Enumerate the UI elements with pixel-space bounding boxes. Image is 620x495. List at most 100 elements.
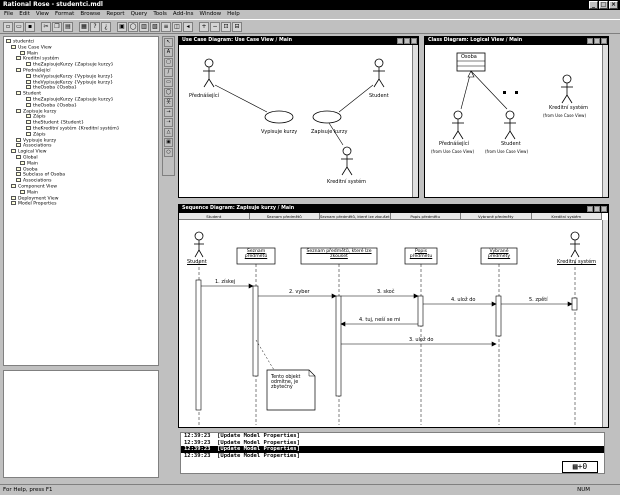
undo-fit-icon[interactable]: ⊟: [232, 21, 242, 32]
generalization-tool-icon[interactable]: △: [164, 128, 173, 137]
use-case-diagram-window[interactable]: Use Case Diagram: Use Case View / Main P…: [178, 36, 419, 198]
browse-deployment-icon[interactable]: ▧: [150, 21, 160, 32]
menu-addins[interactable]: Add-Ins: [173, 10, 194, 19]
object-label[interactable]: Seznam předmětů, které lze zkoušet: [303, 249, 375, 259]
message-label: 4. ulož do: [451, 297, 476, 303]
actor-kreditni-system: [341, 146, 353, 176]
collab-icon: [26, 131, 31, 136]
vertical-scrollbar[interactable]: [602, 220, 608, 427]
note-tool-icon[interactable]: ▢: [164, 58, 173, 67]
message-label: 5. zpětí: [529, 297, 548, 303]
activation-bar: [335, 295, 342, 397]
minimize-button[interactable]: [587, 38, 593, 44]
activation-bar: [571, 297, 578, 311]
zoom-out-icon[interactable]: −: [210, 21, 220, 32]
actor-label: Student: [369, 93, 389, 99]
context-help-icon[interactable]: ¿: [101, 21, 111, 32]
class-diagram-window[interactable]: Class Diagram: Logical View / Main Osoba…: [424, 36, 609, 198]
menu-format[interactable]: Format: [55, 10, 74, 19]
object-icon: [26, 120, 31, 125]
package-tool-icon[interactable]: ▭: [164, 78, 173, 87]
zoom-in-icon[interactable]: +: [199, 21, 209, 32]
actor-kreditni: [570, 231, 580, 258]
minimize-button[interactable]: [397, 38, 403, 44]
actor-icon: [16, 91, 21, 96]
open-folder-icon[interactable]: ▭: [14, 21, 24, 32]
new-file-icon[interactable]: ▫: [3, 21, 13, 32]
minimize-button[interactable]: _: [589, 1, 598, 9]
minimize-button[interactable]: [587, 206, 593, 212]
association-icon: [26, 79, 31, 84]
association-tool-icon[interactable]: →: [164, 108, 173, 117]
copy-icon[interactable]: ❐: [52, 21, 62, 32]
log-window[interactable]: 12:39:23 [Update Model Properties] 12:39…: [180, 432, 605, 474]
save-icon[interactable]: ▪: [25, 21, 35, 32]
interface-tool-icon[interactable]: ○: [164, 148, 173, 157]
menu-tools[interactable]: Tools: [153, 10, 167, 19]
fit-window-icon[interactable]: ⊡: [221, 21, 231, 32]
close-button[interactable]: ×: [609, 1, 618, 9]
browse-component-icon[interactable]: ▥: [139, 21, 149, 32]
menu-browse[interactable]: Browse: [80, 10, 100, 19]
paste-icon[interactable]: ▤: [63, 21, 73, 32]
close-button[interactable]: [601, 38, 607, 44]
object-label[interactable]: Vybrané předměty: [483, 249, 515, 259]
maximize-button[interactable]: [594, 206, 600, 212]
actor-origin: (from Use Case View): [543, 113, 586, 118]
menu-file[interactable]: File: [4, 10, 13, 19]
close-button[interactable]: [411, 38, 417, 44]
help-icon[interactable]: ?: [90, 21, 100, 32]
print-icon[interactable]: ▦: [79, 21, 89, 32]
note-text[interactable]: Tento objekt odmítne, je zbytečný: [271, 375, 311, 390]
text-tool-icon[interactable]: A: [164, 48, 173, 57]
object-label: Kreditní systém: [557, 259, 597, 265]
close-button[interactable]: [601, 206, 607, 212]
window-title: Rational Rose - studentci.mdl: [3, 1, 103, 8]
class-canvas: [452, 52, 573, 140]
vertical-scrollbar[interactable]: [602, 45, 608, 197]
maximize-button[interactable]: □: [599, 1, 608, 9]
actor-tool-icon[interactable]: 웃: [164, 98, 173, 107]
cut-icon[interactable]: ✂: [41, 21, 51, 32]
browse-interaction-icon[interactable]: ≡: [161, 21, 171, 32]
documentation-pane[interactable]: [3, 370, 159, 478]
association-line: [214, 84, 268, 113]
browse-class-icon[interactable]: ▣: [117, 21, 127, 32]
browse-usecase-icon[interactable]: ◯: [128, 21, 138, 32]
usecase-tool-icon[interactable]: ◯: [164, 88, 173, 97]
sequence-diagram-window[interactable]: Sequence Diagram: Zapisuje kurzy / Main …: [178, 204, 609, 428]
class-tool-icon[interactable]: ▣: [164, 138, 173, 147]
diagram-toolbox: ↖ A ▢ / ▭ ◯ 웃 → ⇢ △ ▣ ○: [162, 36, 175, 176]
actor-student: [194, 231, 204, 258]
package-icon: [16, 154, 21, 159]
tree-model-properties[interactable]: Model Properties: [6, 201, 156, 207]
actor-icon: [16, 56, 21, 61]
association-icon: [26, 85, 31, 90]
actor-origin: (from Use Case View): [431, 149, 474, 154]
selector-icon[interactable]: ↖: [164, 38, 173, 47]
class-name[interactable]: Osoba: [461, 54, 477, 60]
browse-previous-icon[interactable]: ◂: [183, 21, 193, 32]
anchor-tool-icon[interactable]: /: [164, 68, 173, 77]
browse-state-icon[interactable]: ◫: [172, 21, 182, 32]
title-bar: Rational Rose - studentci.mdl _ □ ×: [0, 0, 620, 10]
class-icon: [16, 166, 21, 171]
header-col: Student: [179, 213, 250, 219]
maximize-button[interactable]: [594, 38, 600, 44]
sequence-diagram-title: Sequence Diagram: Zapisuje kurzy / Main: [179, 205, 608, 213]
vertical-scrollbar[interactable]: [412, 45, 418, 197]
menu-view[interactable]: View: [36, 10, 49, 19]
menu-query[interactable]: Query: [131, 10, 148, 19]
generalization-line: [470, 70, 508, 110]
maximize-button[interactable]: [404, 38, 410, 44]
object-label[interactable]: Popis předmětu: [407, 249, 435, 259]
dependency-tool-icon[interactable]: ⇢: [164, 118, 173, 127]
diagram-icon: [20, 160, 25, 165]
menu-edit[interactable]: Edit: [19, 10, 30, 19]
menu-report[interactable]: Report: [106, 10, 124, 19]
menu-help[interactable]: Help: [227, 10, 240, 19]
object-label[interactable]: Seznam předmětů: [239, 249, 273, 259]
activation-bar: [195, 279, 202, 411]
menu-window[interactable]: Window: [199, 10, 221, 19]
model-icon: [6, 39, 11, 43]
